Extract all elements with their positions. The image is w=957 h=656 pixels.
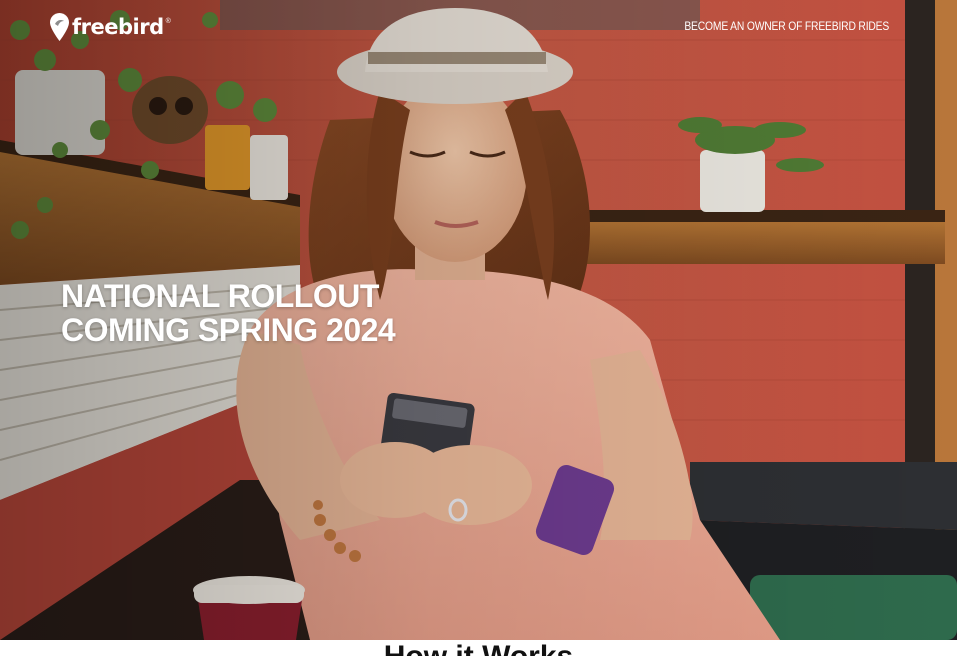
hero-headline-line-2: COMING SPRING 2024 (61, 312, 396, 348)
hero-section: freebird ® BECOME AN OWNER OF FREEBIRD R… (0, 0, 957, 640)
map-pin-bird-icon (50, 13, 69, 41)
freebird-logo[interactable]: freebird ® (50, 12, 172, 42)
hero-headline: NATIONAL ROLLOUT COMING SPRING 2024 (61, 278, 396, 348)
hero-headline-line-1: NATIONAL ROLLOUT (61, 278, 379, 314)
become-owner-link[interactable]: BECOME AN OWNER OF FREEBIRD RIDES (684, 19, 889, 33)
how-it-works-title: How it Works (0, 639, 957, 656)
logo-text: freebird (72, 14, 164, 39)
page: freebird ® BECOME AN OWNER OF FREEBIRD R… (0, 0, 957, 656)
logo-trademark: ® (165, 17, 171, 25)
